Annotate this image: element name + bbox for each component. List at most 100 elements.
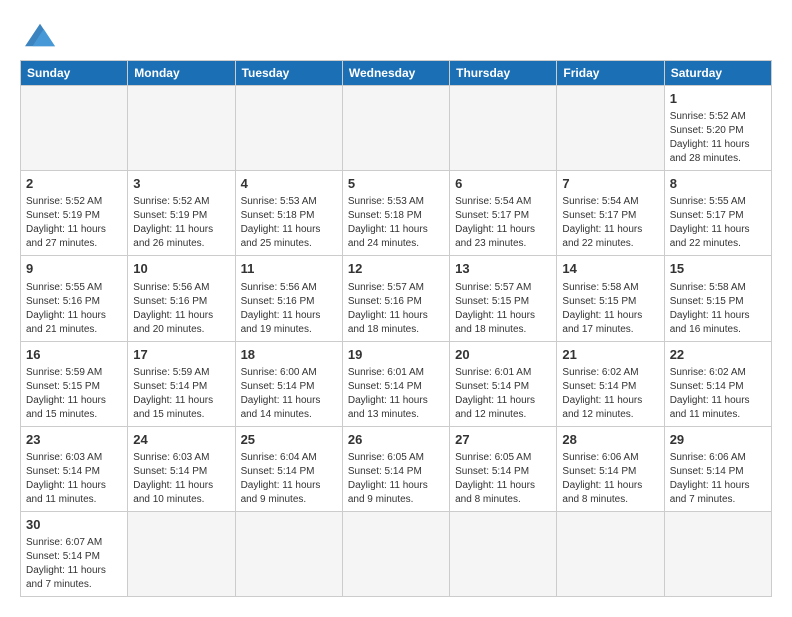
calendar-cell: 29Sunrise: 6:06 AM Sunset: 5:14 PM Dayli… [664, 426, 771, 511]
calendar-cell [342, 86, 449, 171]
calendar-cell: 1 Sunrise: 5:52 AM Sunset: 5:20 PM Daylig… [664, 86, 771, 171]
calendar-cell: 7 Sunrise: 5:54 AM Sunset: 5:17 PM Daylig… [557, 171, 664, 256]
calendar-cell: 12 Sunrise: 5:57 AM Sunset: 5:16 PM Dayli… [342, 256, 449, 341]
calendar-cell: 10 Sunrise: 5:56 AM Sunset: 5:16 PM Dayli… [128, 256, 235, 341]
calendar-cell [128, 86, 235, 171]
day-info: Sunrise: 5:52 AM Sunset: 5:20 PM Dayligh… [670, 110, 766, 166]
calendar-cell: 27 Sunrise: 6:05 AM Sunset: 5:14 PM Dayli… [450, 426, 557, 511]
calendar-cell: 23 Sunrise: 6:03 AM Sunset: 5:14 PM Dayli… [21, 426, 128, 511]
calendar-cell [235, 511, 342, 596]
calendar-week-1: 2 Sunrise: 5:52 AM Sunset: 5:19 PM Daylig… [21, 171, 772, 256]
calendar-cell: 28 Sunrise: 6:06 AM Sunset: 5:14 PM Dayli… [557, 426, 664, 511]
calendar-cell: 22Sunrise: 6:02 AM Sunset: 5:14 PM Dayli… [664, 341, 771, 426]
day-info: Sunrise: 6:05 AM Sunset: 5:14 PM Dayligh… [455, 451, 551, 507]
calendar-cell [557, 511, 664, 596]
day-number: 13 [455, 260, 551, 278]
day-number: 19 [348, 346, 444, 364]
day-info: Sunrise: 5:57 AM Sunset: 5:15 PM Dayligh… [455, 281, 551, 337]
day-number: 6 [455, 175, 551, 193]
day-info: Sunrise: 5:59 AM Sunset: 5:14 PM Dayligh… [133, 366, 229, 422]
day-info: Sunrise: 6:05 AM Sunset: 5:14 PM Dayligh… [348, 451, 444, 507]
day-number: 21 [562, 346, 658, 364]
calendar-cell: 4 Sunrise: 5:53 AM Sunset: 5:18 PM Daylig… [235, 171, 342, 256]
day-number: 30 [26, 516, 122, 534]
day-info: Sunrise: 5:54 AM Sunset: 5:17 PM Dayligh… [562, 195, 658, 251]
day-info: Sunrise: 5:55 AM Sunset: 5:17 PM Dayligh… [670, 195, 766, 251]
day-info: Sunrise: 6:06 AM Sunset: 5:14 PM Dayligh… [562, 451, 658, 507]
calendar-header-sunday: Sunday [21, 61, 128, 86]
calendar-cell: 15Sunrise: 5:58 AM Sunset: 5:15 PM Dayli… [664, 256, 771, 341]
calendar-header-wednesday: Wednesday [342, 61, 449, 86]
day-info: Sunrise: 5:53 AM Sunset: 5:18 PM Dayligh… [241, 195, 337, 251]
day-info: Sunrise: 5:57 AM Sunset: 5:16 PM Dayligh… [348, 281, 444, 337]
day-info: Sunrise: 6:01 AM Sunset: 5:14 PM Dayligh… [348, 366, 444, 422]
day-number: 11 [241, 260, 337, 278]
calendar-header-thursday: Thursday [450, 61, 557, 86]
logo-icon [20, 20, 60, 50]
day-info: Sunrise: 5:52 AM Sunset: 5:19 PM Dayligh… [26, 195, 122, 251]
calendar-week-4: 23 Sunrise: 6:03 AM Sunset: 5:14 PM Dayli… [21, 426, 772, 511]
day-info: Sunrise: 6:03 AM Sunset: 5:14 PM Dayligh… [26, 451, 122, 507]
day-number: 1 [670, 90, 766, 108]
calendar-cell: 3 Sunrise: 5:52 AM Sunset: 5:19 PM Daylig… [128, 171, 235, 256]
calendar-cell: 8 Sunrise: 5:55 AM Sunset: 5:17 PM Daylig… [664, 171, 771, 256]
calendar-cell [450, 511, 557, 596]
calendar-cell: 2 Sunrise: 5:52 AM Sunset: 5:19 PM Daylig… [21, 171, 128, 256]
day-number: 8 [670, 175, 766, 193]
day-info: Sunrise: 6:03 AM Sunset: 5:14 PM Dayligh… [133, 451, 229, 507]
calendar-cell [557, 86, 664, 171]
header [20, 20, 772, 50]
day-info: Sunrise: 6:04 AM Sunset: 5:14 PM Dayligh… [241, 451, 337, 507]
day-number: 14 [562, 260, 658, 278]
day-info: Sunrise: 5:54 AM Sunset: 5:17 PM Dayligh… [455, 195, 551, 251]
calendar-week-0: 1 Sunrise: 5:52 AM Sunset: 5:20 PM Daylig… [21, 86, 772, 171]
calendar-cell [128, 511, 235, 596]
day-number: 10 [133, 260, 229, 278]
calendar-cell: 24 Sunrise: 6:03 AM Sunset: 5:14 PM Dayli… [128, 426, 235, 511]
day-number: 27 [455, 431, 551, 449]
calendar-header-row: SundayMondayTuesdayWednesdayThursdayFrid… [21, 61, 772, 86]
day-info: Sunrise: 5:58 AM Sunset: 5:15 PM Dayligh… [562, 281, 658, 337]
calendar-cell [21, 86, 128, 171]
day-number: 23 [26, 431, 122, 449]
calendar-cell [235, 86, 342, 171]
day-number: 9 [26, 260, 122, 278]
calendar-cell: 6 Sunrise: 5:54 AM Sunset: 5:17 PM Daylig… [450, 171, 557, 256]
day-number: 16 [26, 346, 122, 364]
calendar-cell: 18 Sunrise: 6:00 AM Sunset: 5:14 PM Dayli… [235, 341, 342, 426]
day-info: Sunrise: 6:02 AM Sunset: 5:14 PM Dayligh… [562, 366, 658, 422]
day-number: 4 [241, 175, 337, 193]
logo [20, 20, 66, 50]
day-number: 28 [562, 431, 658, 449]
calendar-cell: 16Sunrise: 5:59 AM Sunset: 5:15 PM Dayli… [21, 341, 128, 426]
calendar-week-2: 9Sunrise: 5:55 AM Sunset: 5:16 PM Daylig… [21, 256, 772, 341]
calendar-cell: 30 Sunrise: 6:07 AM Sunset: 5:14 PM Dayli… [21, 511, 128, 596]
day-info: Sunrise: 6:01 AM Sunset: 5:14 PM Dayligh… [455, 366, 551, 422]
day-number: 3 [133, 175, 229, 193]
day-number: 12 [348, 260, 444, 278]
day-number: 24 [133, 431, 229, 449]
day-number: 17 [133, 346, 229, 364]
calendar-cell: 14 Sunrise: 5:58 AM Sunset: 5:15 PM Dayli… [557, 256, 664, 341]
day-number: 18 [241, 346, 337, 364]
day-number: 29 [670, 431, 766, 449]
day-number: 15 [670, 260, 766, 278]
day-number: 7 [562, 175, 658, 193]
calendar-cell: 20 Sunrise: 6:01 AM Sunset: 5:14 PM Dayli… [450, 341, 557, 426]
calendar: SundayMondayTuesdayWednesdayThursdayFrid… [20, 60, 772, 597]
day-info: Sunrise: 5:56 AM Sunset: 5:16 PM Dayligh… [133, 281, 229, 337]
day-info: Sunrise: 5:52 AM Sunset: 5:19 PM Dayligh… [133, 195, 229, 251]
calendar-cell: 19 Sunrise: 6:01 AM Sunset: 5:14 PM Dayli… [342, 341, 449, 426]
calendar-cell: 9Sunrise: 5:55 AM Sunset: 5:16 PM Daylig… [21, 256, 128, 341]
calendar-cell [664, 511, 771, 596]
calendar-week-5: 30 Sunrise: 6:07 AM Sunset: 5:14 PM Dayli… [21, 511, 772, 596]
calendar-cell: 11Sunrise: 5:56 AM Sunset: 5:16 PM Dayli… [235, 256, 342, 341]
day-info: Sunrise: 6:02 AM Sunset: 5:14 PM Dayligh… [670, 366, 766, 422]
calendar-cell: 21 Sunrise: 6:02 AM Sunset: 5:14 PM Dayli… [557, 341, 664, 426]
calendar-header-monday: Monday [128, 61, 235, 86]
day-number: 2 [26, 175, 122, 193]
day-info: Sunrise: 6:00 AM Sunset: 5:14 PM Dayligh… [241, 366, 337, 422]
day-info: Sunrise: 6:07 AM Sunset: 5:14 PM Dayligh… [26, 536, 122, 592]
day-number: 20 [455, 346, 551, 364]
day-number: 26 [348, 431, 444, 449]
